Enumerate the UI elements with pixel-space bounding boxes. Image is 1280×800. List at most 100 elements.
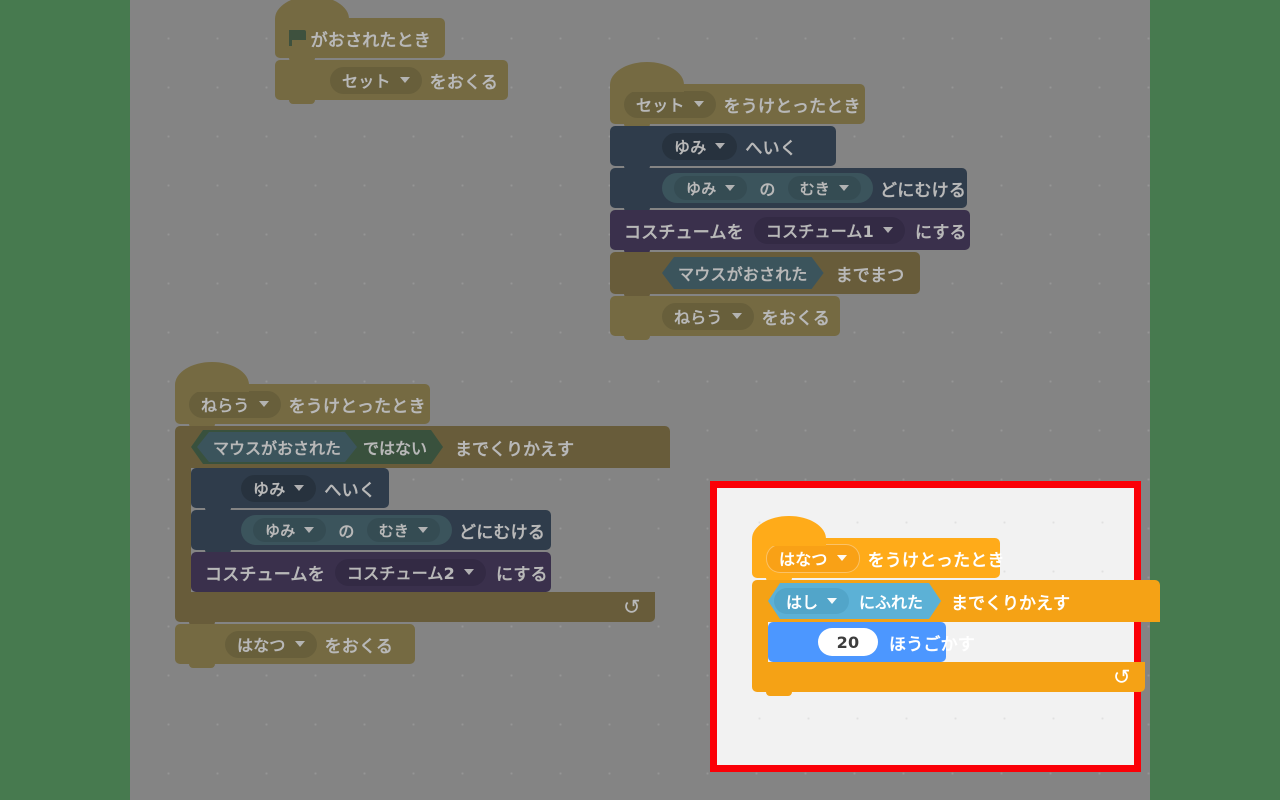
- property-name-dropdown[interactable]: むき: [787, 176, 862, 200]
- receive-set-script[interactable]: セット をうけとったとき ゆみ へいく ゆみ の むき どにむける コスチューム…: [610, 62, 970, 340]
- loop-inner-stack: 20 ほうごかす: [768, 622, 975, 666]
- go-to-target-label: ゆみ: [253, 480, 286, 499]
- c-arm: [175, 468, 191, 592]
- not-operator-boolean[interactable]: マウスがおされた ではない: [191, 430, 443, 464]
- chevron-down-icon: [304, 527, 315, 533]
- not-operator-label: ではない: [363, 439, 428, 458]
- repeat-until-label: までくりかえす: [455, 439, 575, 460]
- chevron-down-icon: [463, 569, 474, 575]
- chevron-down-icon: [399, 77, 410, 83]
- costume-dropdown-label: コスチューム2: [346, 564, 455, 583]
- hat-dome: [610, 62, 684, 92]
- app-root: がおされたとき セット をおくる セット をうけとったとき ゆみ へいく ゆみ …: [0, 0, 1280, 800]
- property-of-reporter[interactable]: ゆみ の むき: [662, 173, 874, 203]
- repeat-until-footer[interactable]: ↻: [175, 592, 655, 626]
- repeat-until-footer[interactable]: ↻: [752, 662, 1145, 696]
- costume-dropdown-label: コスチューム1: [765, 222, 874, 241]
- switch-costume-suffix: にする: [495, 564, 548, 585]
- loop-arrow-icon: ↻: [1113, 664, 1131, 689]
- touching-target-label: はし: [786, 593, 819, 612]
- loop-inner-stack: ゆみ へいく ゆみ の むき どにむける コスチュームを コスチューム2 にする: [191, 468, 551, 596]
- switch-costume-block[interactable]: コスチュームを コスチューム1 にする: [610, 210, 970, 254]
- costume-dropdown[interactable]: コスチューム2: [334, 558, 486, 586]
- wait-until-block[interactable]: マウスがおされた までまつ: [610, 252, 920, 298]
- hat-dome: [175, 362, 249, 392]
- chevron-down-icon: [731, 313, 742, 319]
- switch-costume-block[interactable]: コスチュームを コスチューム2 にする: [191, 552, 551, 596]
- chevron-down-icon: [693, 101, 704, 107]
- touching-label: にふれた: [859, 593, 924, 612]
- go-to-target-label: ゆみ: [674, 138, 707, 157]
- broadcast-block[interactable]: ねらう をおくる: [610, 296, 840, 340]
- repeat-until-block[interactable]: マウスがおされた ではない までくりかえす ゆみ へいく ゆみ の むき どにむ…: [175, 426, 670, 626]
- property-of-joiner: の: [338, 522, 355, 541]
- left-margin-band: [0, 0, 130, 800]
- message-dropdown-label: セット: [636, 96, 685, 115]
- wait-until-label: までまつ: [835, 265, 905, 286]
- broadcast-suffix: をおくる: [324, 636, 394, 657]
- costume-dropdown[interactable]: コスチューム1: [753, 216, 905, 244]
- chevron-down-icon: [839, 185, 850, 191]
- green-flag-script[interactable]: がおされたとき セット をおくる: [275, 0, 508, 104]
- broadcast-dropdown[interactable]: セット: [330, 66, 422, 94]
- when-receive-aim-block[interactable]: ねらう をうけとったとき: [175, 362, 430, 428]
- chevron-down-icon: [294, 641, 305, 647]
- broadcast-dropdown-label: セット: [342, 72, 391, 91]
- property-of-object-label: ゆみ: [265, 521, 296, 540]
- go-to-block[interactable]: ゆみ へいく: [610, 126, 836, 170]
- property-name-dropdown[interactable]: むき: [366, 518, 441, 542]
- repeat-until-header[interactable]: はし にふれた までくりかえす: [752, 580, 1160, 622]
- chevron-down-icon: [715, 143, 726, 149]
- broadcast-dropdown-label: はなつ: [237, 636, 286, 655]
- hat-dome: [275, 0, 349, 26]
- move-steps-block[interactable]: 20 ほうごかす: [768, 622, 975, 666]
- chevron-down-icon: [418, 527, 429, 533]
- when-receive-fire-block[interactable]: はなつ をうけとったとき: [752, 516, 1005, 582]
- broadcast-dropdown[interactable]: はなつ: [225, 630, 317, 658]
- property-name-label: むき: [799, 179, 831, 198]
- chevron-down-icon: [882, 227, 893, 233]
- message-dropdown[interactable]: ねらう: [189, 390, 281, 418]
- go-to-target-dropdown[interactable]: ゆみ: [662, 132, 738, 160]
- point-towards-label: どにむける: [880, 180, 967, 201]
- broadcast-dropdown[interactable]: ねらう: [662, 302, 754, 330]
- when-receive-label: をうけとったとき: [288, 396, 426, 417]
- when-green-flag-clicked-block[interactable]: がおされたとき: [275, 0, 445, 62]
- go-to-block[interactable]: ゆみ へいく: [191, 468, 389, 512]
- right-margin-band: [1150, 0, 1280, 800]
- loop-arrow-icon: ↻: [623, 594, 641, 619]
- repeat-until-header[interactable]: マウスがおされた ではない までくりかえす: [175, 426, 670, 468]
- mouse-down-boolean[interactable]: マウスがおされた: [197, 432, 357, 462]
- mouse-down-label: マウスがおされた: [213, 439, 342, 458]
- move-steps-input[interactable]: 20: [818, 628, 878, 656]
- broadcast-suffix: をおくる: [761, 308, 831, 329]
- message-dropdown[interactable]: セット: [624, 90, 716, 118]
- chevron-down-icon: [836, 555, 847, 561]
- property-of-reporter[interactable]: ゆみ の むき: [241, 515, 453, 545]
- point-towards-block[interactable]: ゆみ の むき どにむける: [610, 168, 967, 212]
- chevron-down-icon: [827, 598, 837, 604]
- property-of-object-dropdown[interactable]: ゆみ: [674, 176, 748, 200]
- point-towards-label: どにむける: [459, 522, 546, 543]
- property-of-object-dropdown[interactable]: ゆみ: [253, 518, 327, 542]
- repeat-until-block[interactable]: はし にふれた までくりかえす 20 ほうごかす ↻: [752, 580, 1160, 696]
- when-receive-set-block[interactable]: セット をうけとったとき: [610, 62, 865, 128]
- receive-fire-script[interactable]: はなつ をうけとったとき はし にふれた までくりかえす 20 ほうごかす ↻: [752, 516, 1160, 696]
- when-receive-label: をうけとったとき: [867, 550, 1005, 571]
- mouse-down-boolean[interactable]: マウスがおされた: [662, 257, 824, 289]
- repeat-until-body: 20 ほうごかす: [752, 622, 1160, 666]
- touching-boolean[interactable]: はし にふれた: [768, 583, 941, 619]
- receive-aim-script[interactable]: ねらう をうけとったとき マウスがおされた ではない までくりかえす ゆみ へい…: [175, 362, 670, 668]
- go-to-target-dropdown[interactable]: ゆみ: [241, 474, 317, 502]
- touching-target-dropdown[interactable]: はし: [774, 588, 849, 614]
- message-dropdown[interactable]: はなつ: [766, 543, 860, 573]
- hat-dome: [752, 516, 826, 546]
- go-to-label: へいく: [324, 480, 377, 501]
- move-steps-label: ほうごかす: [889, 634, 975, 655]
- point-towards-block[interactable]: ゆみ の むき どにむける: [191, 510, 551, 554]
- mouse-down-label: マウスがおされた: [678, 265, 808, 284]
- broadcast-dropdown-label: ねらう: [674, 308, 723, 327]
- repeat-until-body: ゆみ へいく ゆみ の むき どにむける コスチュームを コスチューム2 にする: [175, 468, 670, 596]
- broadcast-block[interactable]: はなつ をおくる: [175, 624, 415, 668]
- broadcast-block[interactable]: セット をおくる: [275, 60, 508, 104]
